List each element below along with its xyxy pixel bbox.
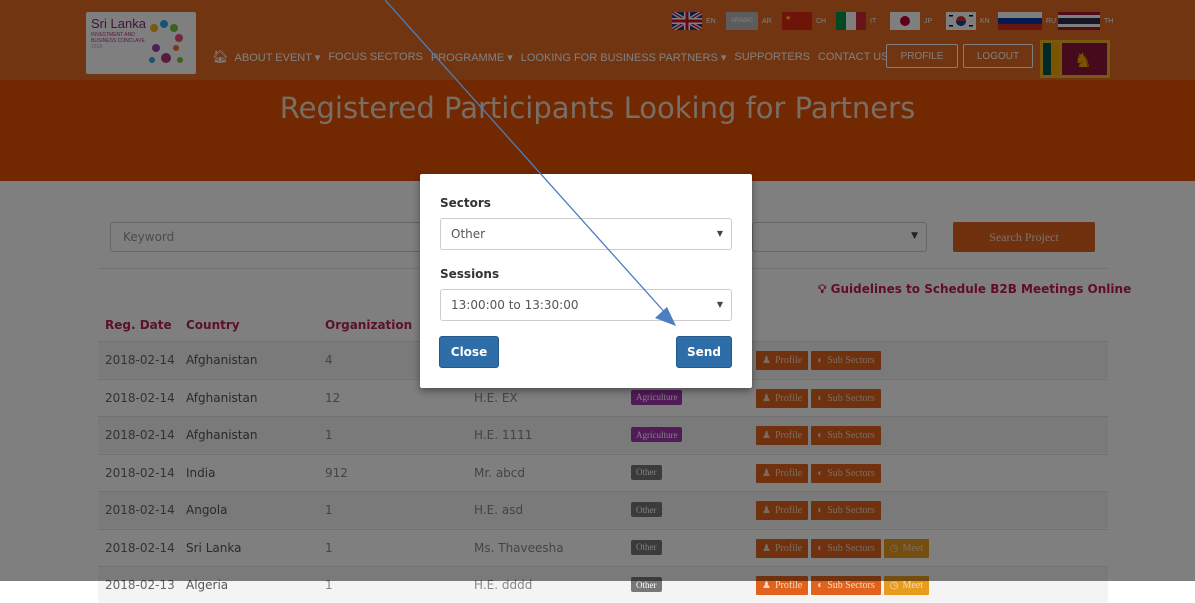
user-icon: ♟︎	[762, 580, 771, 591]
clock-icon: ◷︎	[889, 580, 899, 591]
pie-chart-icon: ◐︎	[817, 580, 824, 591]
annotation-arrow-icon	[384, 0, 676, 326]
